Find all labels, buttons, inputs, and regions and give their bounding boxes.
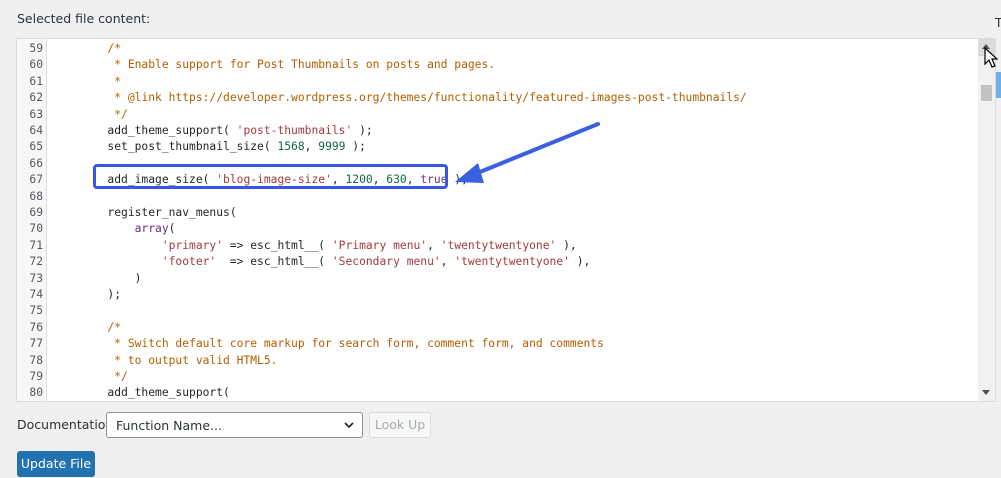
documentation-label: Documentation: xyxy=(17,417,118,432)
line-code: add_theme_support( 'post-thumbnails' ); xyxy=(53,123,373,139)
line-number: 76 xyxy=(29,320,43,334)
code-token: /* xyxy=(53,320,122,334)
code-token: 'post-thumbnails' xyxy=(236,124,353,137)
code-token: ), xyxy=(569,255,591,269)
line-number: 80 xyxy=(29,386,43,400)
code-token: ( xyxy=(168,222,176,236)
code-token: ); xyxy=(345,140,366,154)
code-token: add_theme_support( xyxy=(53,386,230,400)
line-number: 60 xyxy=(29,58,43,72)
line-code: */ xyxy=(53,369,128,385)
line-code: register_nav_menus( xyxy=(53,205,237,221)
code-token: 'twentytwentyone' xyxy=(454,255,570,269)
code-token: 9999 xyxy=(318,140,346,154)
line-code: add_theme_support( xyxy=(53,385,230,401)
code-token: register_nav_menus( xyxy=(53,206,237,219)
code-token: 'footer' xyxy=(161,255,217,269)
code-token: , xyxy=(440,255,455,269)
line-code: /* xyxy=(53,320,121,336)
line-number: 67 xyxy=(29,173,43,187)
line-number: 74 xyxy=(29,288,43,301)
line-number: 66 xyxy=(29,156,43,170)
line-number: 59 xyxy=(29,42,43,55)
code-token: 'Secondary menu' xyxy=(331,255,441,269)
look-up-button[interactable]: Look Up xyxy=(369,412,431,438)
line-number: 75 xyxy=(29,304,43,318)
code-token: ), xyxy=(556,238,577,252)
line-code: * Enable support for Post Thumbnails on … xyxy=(53,57,495,73)
code-token: * to output valid HTML5. xyxy=(53,353,278,367)
line-number: 64 xyxy=(29,124,43,137)
line-number: 68 xyxy=(29,189,43,203)
code-token: */ xyxy=(53,370,128,383)
section-heading: Selected file content: xyxy=(17,11,151,26)
line-code: */ xyxy=(53,107,128,123)
code-token: * @link https://developer.wordpress.org/… xyxy=(53,91,747,105)
code-token: set_post_thumbnail_size( xyxy=(53,140,278,154)
edge-letter: T xyxy=(995,16,1001,30)
code-token: 'twentytwentyone' xyxy=(440,238,557,252)
scroll-thumb[interactable] xyxy=(981,85,992,101)
code-token: ) xyxy=(53,271,142,285)
code-token: array xyxy=(134,222,169,236)
line-number: 62 xyxy=(29,91,43,105)
line-code: * to output valid HTML5. xyxy=(53,353,277,369)
code-token: * Switch default core markup for search … xyxy=(53,337,604,351)
line-number: 78 xyxy=(29,353,43,367)
code-editor[interactable]: 59 /* 60 * Enable support for Post Thumbn… xyxy=(16,38,996,402)
editor-scrollbar[interactable] xyxy=(978,39,995,401)
code-token: , xyxy=(427,238,441,252)
code-token: ); xyxy=(53,288,122,301)
side-panel-edge[interactable] xyxy=(996,72,1001,98)
line-number: 79 xyxy=(29,370,43,383)
code-area[interactable]: 59 /* 60 * Enable support for Post Thumbn… xyxy=(17,39,978,401)
line-number: 63 xyxy=(29,107,43,121)
highlight-box xyxy=(93,164,448,189)
code-token: */ xyxy=(53,107,128,121)
code-token: => esc_html__( xyxy=(223,238,332,252)
line-number: 69 xyxy=(29,206,43,219)
chevron-down-icon xyxy=(344,422,354,429)
line-number: 71 xyxy=(29,238,43,252)
mouse-pointer-icon xyxy=(984,47,998,68)
line-code: ) xyxy=(53,271,142,287)
line-code: ); xyxy=(53,287,121,303)
line-code: * Switch default core markup for search … xyxy=(53,336,604,352)
line-code: array( xyxy=(53,221,176,237)
line-code: 'primary' => esc_html__( 'Primary menu',… xyxy=(53,238,577,254)
line-code: * xyxy=(53,74,121,90)
code-token: 1568 xyxy=(277,140,305,154)
code-token: , xyxy=(304,140,319,154)
line-number: 72 xyxy=(29,255,43,269)
code-token: ); xyxy=(447,173,468,187)
code-token: /* xyxy=(53,42,122,55)
update-file-button[interactable]: Update File xyxy=(17,451,95,477)
function-name-select[interactable]: Function Name... xyxy=(106,412,363,438)
scroll-down-button[interactable] xyxy=(978,384,995,401)
code-token: => esc_html__( xyxy=(216,255,332,269)
line-code: set_post_thumbnail_size( 1568, 9999 ); xyxy=(53,139,366,155)
code-token: * Enable support for Post Thumbnails on … xyxy=(53,58,496,72)
code-token: * xyxy=(53,74,122,88)
line-number: 61 xyxy=(29,74,43,88)
code-token: ); xyxy=(352,124,373,137)
line-code: 'footer' => esc_html__( 'Secondary menu'… xyxy=(53,254,591,270)
line-number: 65 xyxy=(29,140,43,154)
line-code: * @link https://developer.wordpress.org/… xyxy=(53,90,747,106)
code-token: 'primary' xyxy=(161,238,224,252)
line-number: 70 xyxy=(29,222,43,236)
line-number: 77 xyxy=(29,337,43,351)
code-token: add_theme_support( xyxy=(53,124,237,137)
line-code: /* xyxy=(53,41,121,57)
function-name-select-value: Function Name... xyxy=(116,418,222,433)
line-number: 73 xyxy=(29,271,43,285)
code-token: 'Primary menu' xyxy=(331,238,428,252)
